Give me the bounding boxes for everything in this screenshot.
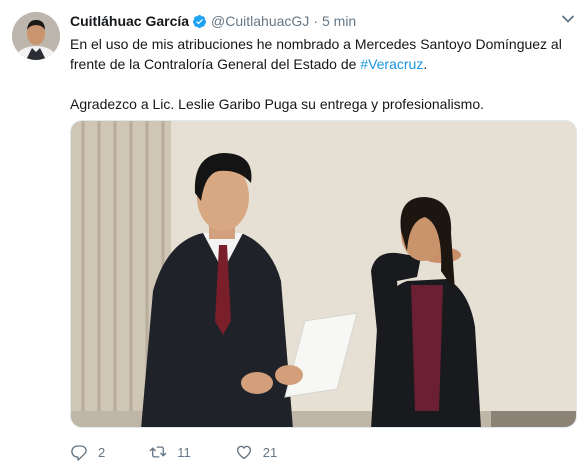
tweet-text-part: En el uso de mis atribuciones he nombrad…	[70, 36, 562, 72]
tweet-text-part: .	[423, 56, 428, 72]
reply-count: 2	[98, 444, 106, 460]
separator-dot: ·	[313, 13, 318, 29]
author-name[interactable]: Cuitláhuac García	[70, 13, 189, 29]
tweet-header: Cuitláhuac García @CuitlahuacGJ · 5 min	[70, 11, 356, 31]
verified-badge-icon	[192, 14, 207, 28]
chevron-down-icon[interactable]	[561, 12, 575, 26]
retweet-button[interactable]: 11	[149, 443, 191, 461]
tweet[interactable]: Cuitláhuac García @CuitlahuacGJ · 5 min …	[0, 0, 587, 470]
author-handle[interactable]: @CuitlahuacGJ	[211, 13, 309, 29]
like-button[interactable]: 21	[235, 443, 277, 461]
photo-image	[71, 121, 576, 427]
hashtag-link[interactable]: #Veracruz	[360, 56, 423, 72]
retweet-icon	[149, 446, 167, 458]
tweet-photo[interactable]	[70, 120, 577, 428]
tweet-actions: 2 11 21	[70, 440, 321, 464]
avatar-image	[12, 12, 60, 60]
retweet-count: 11	[177, 444, 191, 460]
reply-button[interactable]: 2	[70, 443, 105, 461]
heart-icon	[236, 445, 251, 460]
tweet-timestamp[interactable]: 5 min	[322, 13, 356, 29]
reply-icon	[71, 445, 87, 461]
tweet-paragraph-2: Agradezco a Lic. Leslie Garibo Puga su e…	[70, 96, 485, 112]
tweet-text: En el uso de mis atribuciones he nombrad…	[70, 34, 570, 114]
avatar[interactable]	[12, 12, 60, 60]
like-count: 21	[262, 444, 278, 460]
tweet-paragraph-1: En el uso de mis atribuciones he nombrad…	[70, 34, 570, 74]
